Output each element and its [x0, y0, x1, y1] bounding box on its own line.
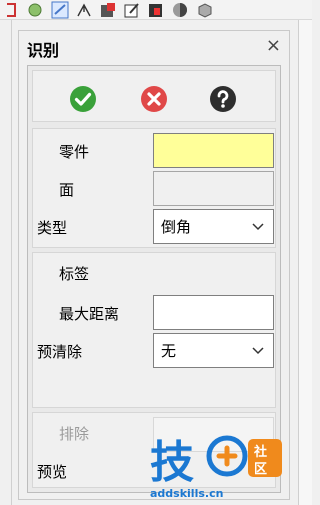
chevron-down-icon [252, 223, 264, 231]
chevron-down-icon [252, 347, 264, 355]
watermark-badge-top: 社 [253, 444, 267, 460]
watermark-badge-bottom: 区 [254, 462, 267, 477]
label-section: 标签 最大距离 预清除 无 [32, 252, 276, 408]
part-field[interactable] [153, 133, 274, 168]
pre-clear-select-value: 无 [161, 342, 177, 360]
color-block-icon[interactable] [146, 1, 166, 19]
x-circle-icon [141, 86, 167, 112]
toolbar [0, 0, 312, 20]
cube-icon[interactable] [194, 1, 214, 19]
node-graph-icon[interactable] [74, 1, 94, 19]
action-bar [32, 70, 276, 122]
watermark-site: addskills.cn [150, 487, 223, 500]
right-scroll-strip[interactable] [298, 20, 312, 505]
edit-box-icon[interactable] [122, 1, 142, 19]
preview-label: 预览 [37, 463, 68, 481]
question-circle-icon [210, 86, 236, 112]
sphere-icon[interactable] [26, 1, 46, 19]
box-cut-icon[interactable] [98, 1, 118, 19]
half-sphere-icon[interactable] [170, 1, 190, 19]
left-divider [0, 20, 12, 505]
type-select-value: 倒角 [161, 218, 192, 236]
close-icon[interactable]: × [266, 35, 281, 56]
panel-title: 识别 [27, 41, 60, 60]
pre-clear-select[interactable]: 无 [153, 333, 274, 368]
face-field[interactable] [153, 171, 274, 206]
exclude-label: 排除 [59, 425, 90, 443]
help-button[interactable] [209, 85, 237, 113]
pre-clear-label: 预清除 [37, 343, 83, 361]
bracket-icon[interactable] [2, 1, 22, 19]
max-distance-field[interactable] [153, 295, 274, 330]
max-distance-label: 最大距离 [59, 305, 120, 323]
check-circle-icon [70, 86, 96, 112]
ok-button[interactable] [69, 85, 97, 113]
selection-section: 零件 面 类型 倒角 [32, 128, 276, 248]
watermark-char: 技 [150, 437, 194, 488]
cancel-button[interactable] [140, 85, 168, 113]
line-tool-icon[interactable] [50, 1, 70, 19]
watermark-logo: 技 社 区 addskills.cn [150, 425, 300, 505]
type-select[interactable]: 倒角 [153, 209, 274, 244]
face-label: 面 [59, 181, 75, 199]
type-label: 类型 [37, 219, 68, 237]
part-label: 零件 [59, 143, 90, 161]
label-heading: 标签 [59, 265, 90, 283]
